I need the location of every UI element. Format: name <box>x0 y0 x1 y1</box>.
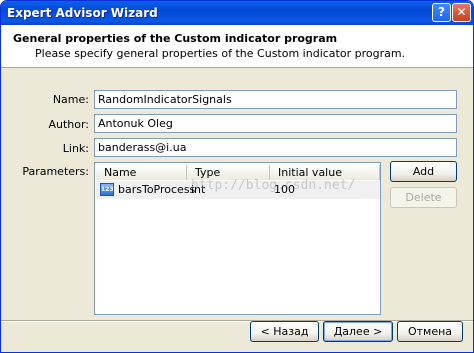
help-button[interactable]: ? <box>432 3 451 22</box>
window-title: Expert Advisor Wizard <box>7 6 158 20</box>
link-field[interactable]: banderass@i.ua <box>94 138 457 157</box>
param-name: barsToProcess <box>118 183 196 196</box>
author-label: Author: <box>48 118 89 131</box>
header-title: General properties of the Custom indicat… <box>13 32 338 45</box>
cancel-button[interactable]: Отмена <box>397 321 463 342</box>
wizard-window: Expert Advisor Wizard ? ✕ General proper… <box>0 0 474 353</box>
integer-param-icon: 123 <box>100 183 114 196</box>
delete-button[interactable]: Delete <box>390 187 457 208</box>
next-button[interactable]: Далее > <box>323 321 393 342</box>
add-button[interactable]: Add <box>390 161 457 182</box>
name-field[interactable]: RandomIndicatorSignals <box>94 90 457 109</box>
link-label: Link: <box>62 142 89 155</box>
parameters-list[interactable]: Name Type Initial value 123 barsToProces… <box>94 162 381 315</box>
close-button[interactable]: ✕ <box>452 3 471 22</box>
column-header-name[interactable]: Name <box>96 165 187 180</box>
parameters-label: Parameters: <box>22 165 89 178</box>
title-bar[interactable]: Expert Advisor Wizard ? ✕ <box>1 1 473 25</box>
header-subtitle: Please specify general properties of the… <box>35 47 406 60</box>
back-button[interactable]: < Назад <box>250 321 319 342</box>
wizard-header: General properties of the Custom indicat… <box>1 25 473 68</box>
watermark-text: http://blog.csdn.net/ <box>191 178 356 193</box>
author-field[interactable]: Antonuk Oleg <box>94 114 457 133</box>
name-label: Name: <box>52 93 89 106</box>
